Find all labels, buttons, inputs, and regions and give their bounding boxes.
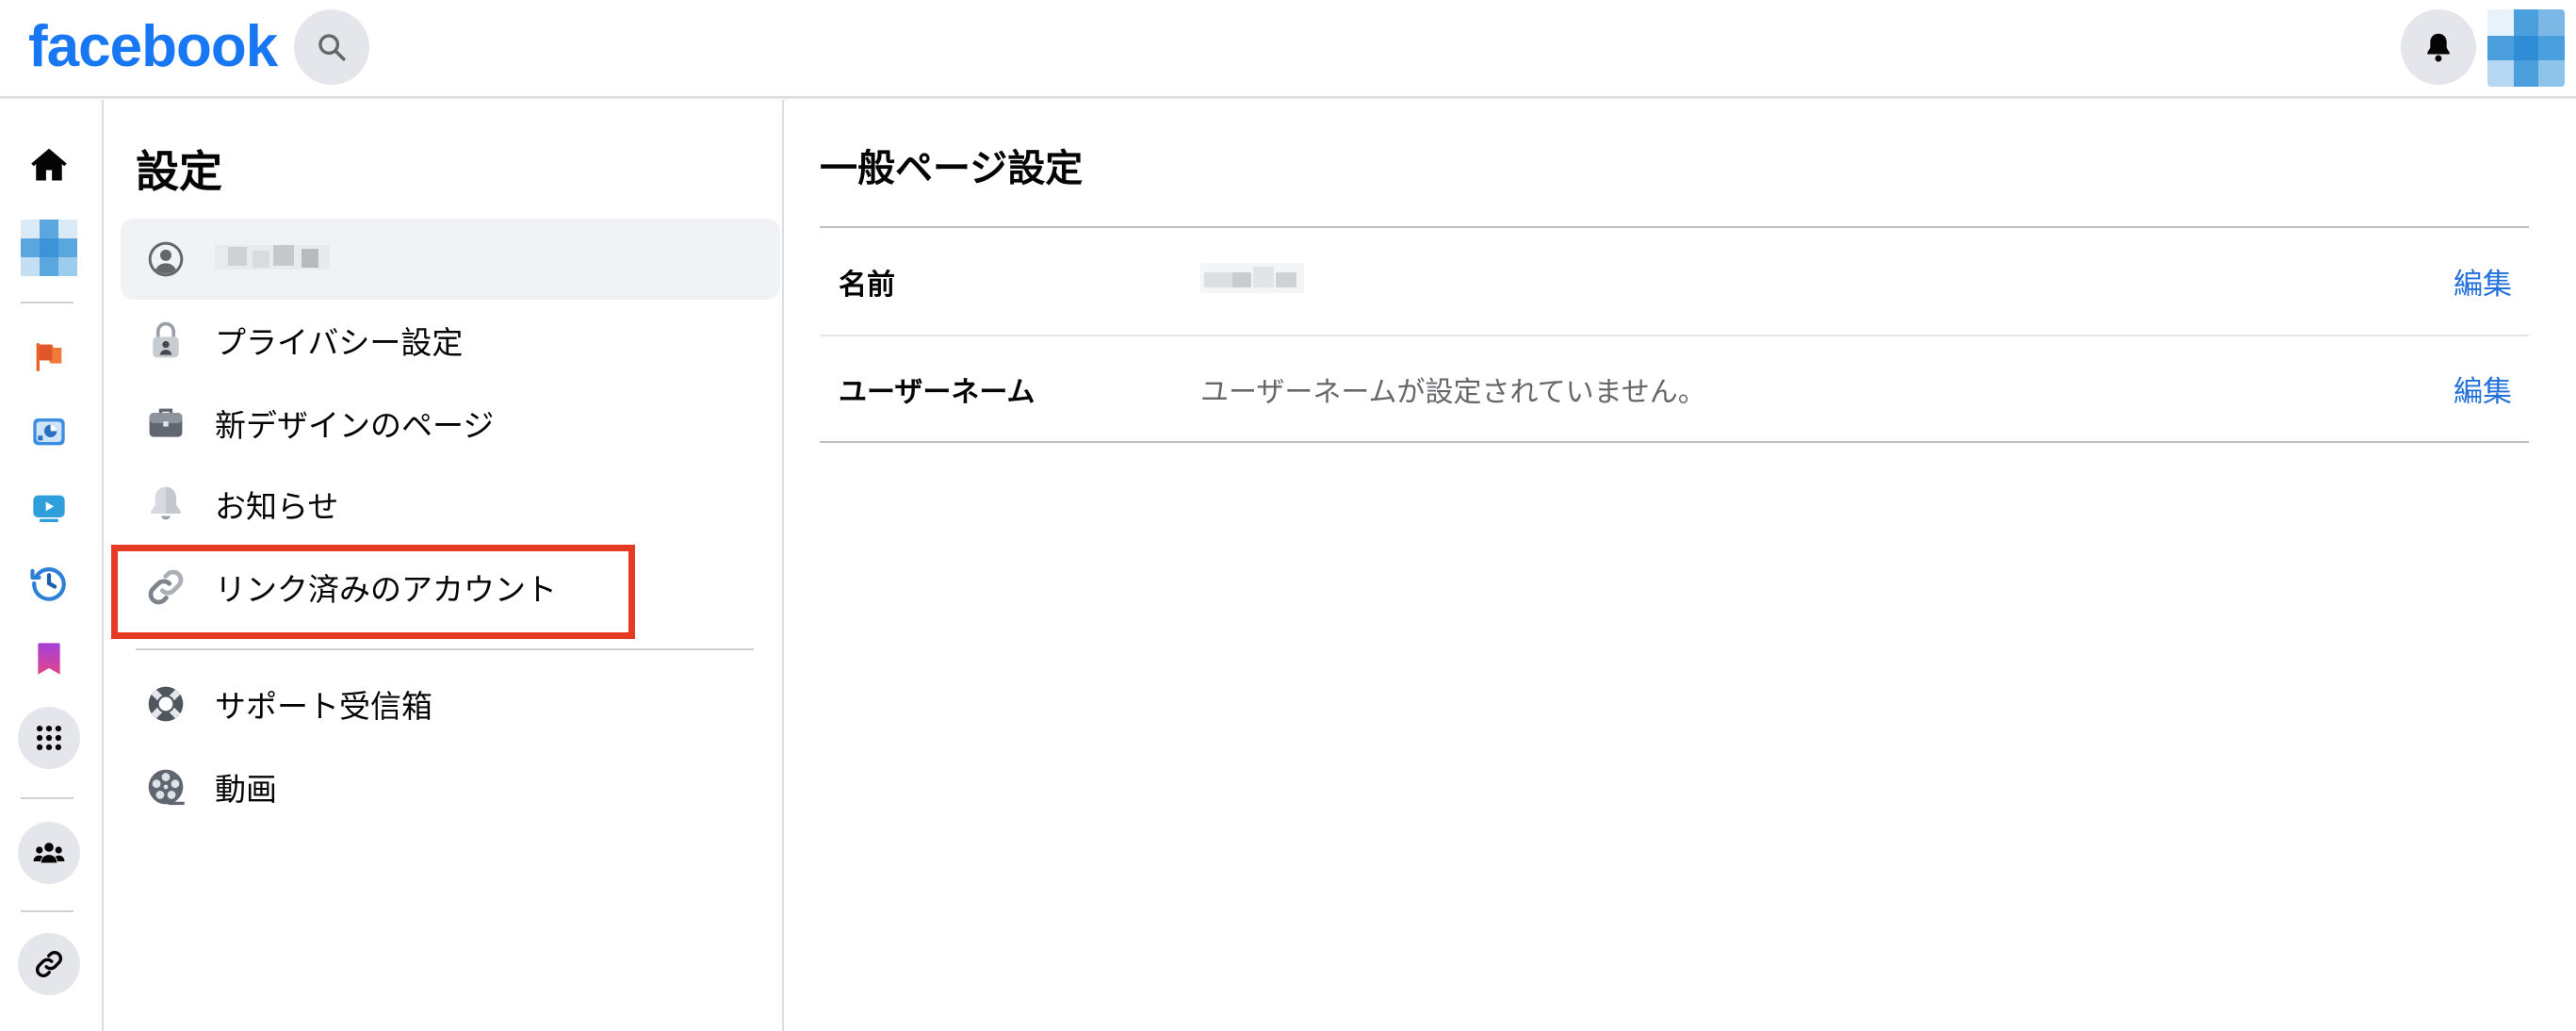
settings-sidebar: 設定 プライバシー設定 新デザインのページ お知らせ リンク済みのアカウント サ…	[106, 100, 784, 1031]
edit-link[interactable]: 編集	[2454, 260, 2512, 303]
facebook-logo[interactable]: facebook	[28, 13, 278, 80]
settings-item-label: 新デザインのページ	[215, 407, 495, 444]
page-avatar[interactable]	[18, 217, 80, 279]
main-panel: 一般ページ設定 名前 編集 ユーザーネーム ユーザーネームが設定されていません。…	[786, 100, 2576, 1031]
profile-name-blurred	[215, 237, 330, 281]
settings-row-username: ユーザーネーム ユーザーネームが設定されていません。 編集	[820, 335, 2529, 441]
settings-item-new-pages[interactable]: 新デザインのページ	[121, 383, 780, 464]
clock-icon	[30, 567, 66, 601]
search-icon	[318, 34, 346, 61]
account-avatar[interactable]	[2487, 9, 2565, 87]
menu-divider	[136, 648, 754, 650]
briefcase-icon	[141, 399, 190, 448]
row-value-blurred	[1200, 259, 1304, 304]
lock-icon	[141, 316, 190, 365]
more-apps-button[interactable]	[18, 707, 80, 769]
page-title: 一般ページ設定	[820, 147, 1084, 190]
row-label: 名前	[839, 268, 895, 302]
settings-item-support-inbox[interactable]: サポート受信箱	[121, 663, 780, 745]
memories-button[interactable]	[18, 552, 80, 614]
video-icon	[33, 495, 65, 522]
dashboard-button[interactable]	[18, 401, 80, 464]
rail-divider	[21, 302, 73, 303]
apps-grid-icon	[36, 725, 62, 751]
settings-item-videos[interactable]: 動画	[121, 746, 780, 827]
link-icon	[36, 951, 62, 977]
top-bar: facebook	[0, 0, 2576, 98]
edit-link[interactable]: 編集	[2454, 368, 2512, 410]
notifications-button[interactable]	[2401, 9, 2476, 85]
watch-button[interactable]	[18, 477, 80, 539]
home-icon	[31, 148, 67, 181]
settings-title: 設定	[136, 146, 222, 197]
dashboard-icon	[33, 418, 65, 446]
settings-item-label: お知らせ	[215, 488, 339, 525]
lifebuoy-icon	[141, 679, 190, 728]
highlight-box	[111, 545, 635, 639]
rail-divider	[21, 910, 73, 912]
settings-item-notifications[interactable]: お知らせ	[121, 464, 780, 545]
pages-button[interactable]	[18, 326, 80, 388]
settings-item-privacy[interactable]: プライバシー設定	[121, 300, 780, 381]
groups-icon	[33, 843, 65, 863]
left-navigation-rail	[0, 100, 104, 1031]
settings-item-label: サポート受信箱	[215, 688, 432, 725]
bookmark-icon	[38, 643, 60, 675]
links-button[interactable]	[18, 933, 80, 995]
bell-icon	[2427, 33, 2450, 62]
settings-item-profile[interactable]	[121, 219, 780, 300]
row-value: ユーザーネームが設定されていません。	[1200, 375, 1706, 409]
search-button[interactable]	[294, 9, 369, 85]
settings-item-label: 動画	[215, 771, 277, 808]
groups-button[interactable]	[18, 822, 80, 884]
saved-button[interactable]	[18, 628, 80, 690]
profile-icon	[141, 235, 190, 284]
flag-icon	[36, 343, 62, 371]
home-button[interactable]	[18, 134, 80, 196]
settings-row-name: 名前 編集	[820, 228, 2529, 335]
settings-item-label: プライバシー設定	[215, 324, 464, 361]
settings-table: 名前 編集 ユーザーネーム ユーザーネームが設定されていません。 編集	[820, 226, 2529, 443]
row-label: ユーザーネーム	[839, 375, 1035, 409]
film-reel-icon	[141, 762, 190, 811]
bell-icon	[141, 480, 190, 529]
rail-divider	[21, 797, 73, 799]
